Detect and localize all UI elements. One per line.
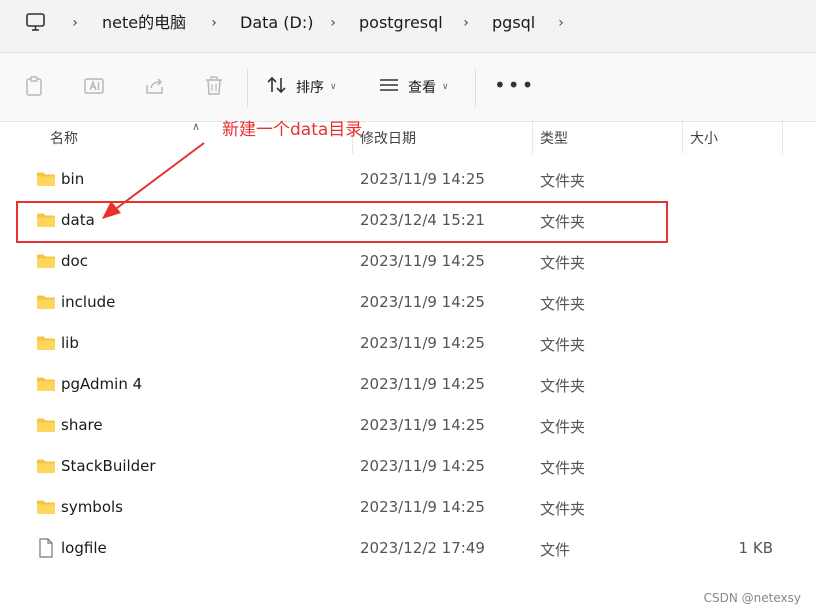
view-list-icon xyxy=(378,76,400,98)
sort-icon xyxy=(266,75,288,99)
file-type: 文件夹 xyxy=(540,172,586,190)
folder-icon xyxy=(36,294,56,314)
file-type: 文件夹 xyxy=(540,336,586,354)
file-name: StackBuilder xyxy=(61,457,156,475)
file-row[interactable]: share 2023/11/9 14:25 文件夹 xyxy=(0,405,816,446)
chevron-down-icon: ∨ xyxy=(442,82,449,92)
folder-icon xyxy=(36,417,56,437)
file-row[interactable]: logfile 2023/12/2 17:49 文件 1 KB xyxy=(0,528,816,569)
file-modified-date: 2023/11/9 14:25 xyxy=(360,498,485,516)
file-name: lib xyxy=(61,334,79,352)
chevron-right-icon[interactable]: › xyxy=(67,13,83,33)
column-header-row: ∧ 名称 修改日期 类型 大小 xyxy=(0,120,816,154)
file-row[interactable]: symbols 2023/11/9 14:25 文件夹 xyxy=(0,487,816,528)
file-size: 1 KB xyxy=(738,539,773,557)
delete-icon[interactable] xyxy=(204,75,224,101)
file-modified-date: 2023/11/9 14:25 xyxy=(360,416,485,434)
file-row[interactable]: pgAdmin 4 2023/11/9 14:25 文件夹 xyxy=(0,364,816,405)
file-type: 文件夹 xyxy=(540,295,586,313)
address-bar[interactable]: › nete的电脑 › Data (D:) › postgresql › pgs… xyxy=(0,0,816,53)
file-row[interactable]: StackBuilder 2023/11/9 14:25 文件夹 xyxy=(0,446,816,487)
file-icon xyxy=(38,538,54,562)
file-name: share xyxy=(61,416,103,434)
breadcrumb-item[interactable]: postgresql xyxy=(359,12,443,34)
folder-icon xyxy=(36,335,56,355)
toolbar-divider xyxy=(247,69,248,107)
file-modified-date: 2023/11/9 14:25 xyxy=(360,293,485,311)
folder-icon xyxy=(36,171,56,191)
folder-icon xyxy=(36,253,56,273)
file-row[interactable]: bin 2023/11/9 14:25 文件夹 xyxy=(0,159,816,200)
folder-icon xyxy=(36,499,56,519)
file-modified-date: 2023/11/9 14:25 xyxy=(360,252,485,270)
file-row[interactable]: lib 2023/11/9 14:25 文件夹 xyxy=(0,323,816,364)
file-type: 文件夹 xyxy=(540,500,586,518)
file-type: 文件夹 xyxy=(540,377,586,395)
toolbar-divider xyxy=(475,69,476,107)
sort-button[interactable]: 排序 ∨ xyxy=(266,73,337,101)
paste-icon[interactable] xyxy=(24,75,44,101)
column-divider[interactable] xyxy=(682,120,683,154)
chevron-right-icon[interactable]: › xyxy=(458,13,474,33)
file-type: 文件夹 xyxy=(540,254,586,272)
column-header-size[interactable]: 大小 xyxy=(690,128,718,148)
annotation-highlight-box xyxy=(16,201,668,243)
file-row[interactable]: include 2023/11/9 14:25 文件夹 xyxy=(0,282,816,323)
file-name: include xyxy=(61,293,116,311)
watermark: CSDN @netexsy xyxy=(703,591,801,605)
column-header-modified[interactable]: 修改日期 xyxy=(360,128,416,148)
view-label: 查看 xyxy=(408,80,436,96)
file-name: doc xyxy=(61,252,88,270)
chevron-right-icon[interactable]: › xyxy=(206,13,222,33)
file-name: logfile xyxy=(61,539,107,557)
chevron-right-icon[interactable]: › xyxy=(325,13,341,33)
file-name: bin xyxy=(61,170,85,188)
file-name: symbols xyxy=(61,498,123,516)
file-type: 文件 xyxy=(540,541,571,559)
breadcrumb-item[interactable]: nete的电脑 xyxy=(102,12,186,34)
computer-icon[interactable] xyxy=(25,12,47,36)
folder-icon xyxy=(36,458,56,478)
breadcrumb-item[interactable]: pgsql xyxy=(492,12,535,34)
sort-indicator-icon: ∧ xyxy=(192,120,201,133)
file-modified-date: 2023/11/9 14:25 xyxy=(360,170,485,188)
column-header-name[interactable]: 名称 xyxy=(50,128,78,148)
file-row[interactable]: doc 2023/11/9 14:25 文件夹 xyxy=(0,241,816,282)
sort-label: 排序 xyxy=(296,80,324,96)
file-type: 文件夹 xyxy=(540,418,586,436)
column-divider[interactable] xyxy=(782,120,783,154)
annotation-text: 新建一个data目录 xyxy=(222,120,363,140)
command-bar: 排序 ∨ 查看 ∨ ••• xyxy=(0,53,816,122)
file-modified-date: 2023/11/9 14:25 xyxy=(360,375,485,393)
breadcrumb-item[interactable]: Data (D:) xyxy=(240,12,313,34)
column-divider[interactable] xyxy=(532,120,533,154)
file-modified-date: 2023/11/9 14:25 xyxy=(360,457,485,475)
more-options-icon[interactable]: ••• xyxy=(494,75,535,95)
file-modified-date: 2023/11/9 14:25 xyxy=(360,334,485,352)
chevron-down-icon: ∨ xyxy=(330,82,337,92)
column-header-type[interactable]: 类型 xyxy=(540,128,568,148)
chevron-right-icon[interactable]: › xyxy=(553,13,569,33)
file-name: pgAdmin 4 xyxy=(61,375,143,393)
folder-icon xyxy=(36,376,56,396)
view-button[interactable]: 查看 ∨ xyxy=(378,73,449,101)
rename-icon[interactable] xyxy=(83,75,105,101)
file-modified-date: 2023/12/2 17:49 xyxy=(360,539,485,557)
file-type: 文件夹 xyxy=(540,459,586,477)
share-icon[interactable] xyxy=(144,75,166,101)
